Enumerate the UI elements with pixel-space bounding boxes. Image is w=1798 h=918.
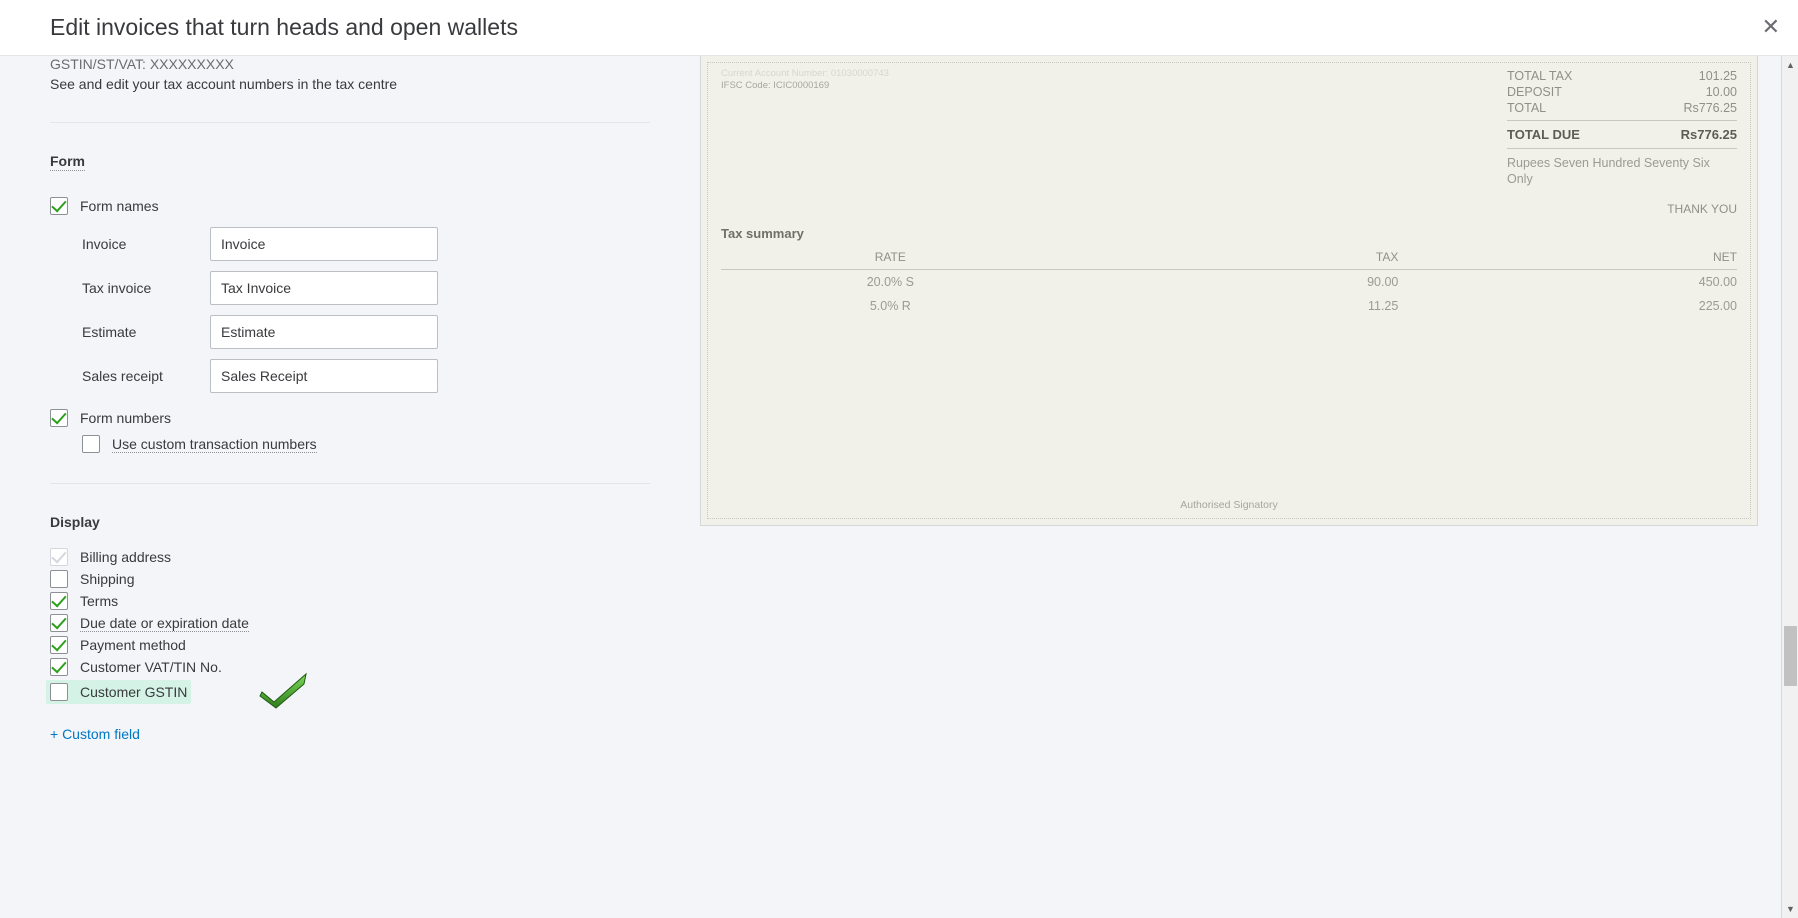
custom-txn-checkbox[interactable]	[82, 435, 100, 453]
terms-row: Terms	[50, 592, 650, 610]
invoice-field-label: Invoice	[82, 236, 210, 252]
vat-tin-label: Customer VAT/TIN No.	[80, 659, 222, 675]
annotation-check-icon	[256, 670, 312, 712]
tax-col-net: NET	[1398, 250, 1737, 264]
preview-top-block: Current Account Number: 01030000743 IFSC…	[721, 68, 1737, 188]
terms-checkbox[interactable]	[50, 592, 68, 610]
total-tax-label: TOTAL TAX	[1507, 69, 1572, 83]
custom-txn-row: Use custom transaction numbers	[82, 435, 650, 453]
display-section-label: Display	[50, 514, 650, 530]
tax-invoice-row: Tax invoice	[82, 271, 650, 305]
invoice-input[interactable]	[210, 227, 438, 261]
form-numbers-row: Form numbers	[50, 409, 650, 427]
tax-invoice-field-label: Tax invoice	[82, 280, 210, 296]
thank-you-text: THANK YOU	[721, 202, 1737, 216]
custom-txn-label: Use custom transaction numbers	[112, 436, 317, 453]
divider	[50, 122, 650, 123]
form-section-label: Form	[50, 153, 85, 171]
tax-col-rate: RATE	[721, 250, 1060, 264]
scroll-up-icon[interactable]: ▲	[1782, 56, 1798, 74]
shipping-label: Shipping	[80, 571, 135, 587]
tax-rate-cell: 20.0% S	[721, 275, 1060, 289]
amount-in-words: Rupees Seven Hundred Seventy Six Only	[1507, 155, 1737, 188]
payment-method-row: Payment method	[50, 636, 650, 654]
preview-bank-info: Current Account Number: 01030000743 IFSC…	[721, 68, 889, 188]
due-date-label: Due date or expiration date	[80, 615, 249, 632]
acct-number-line: Current Account Number: 01030000743	[721, 68, 889, 80]
deposit-row: DEPOSIT 10.00	[1507, 84, 1737, 100]
sales-receipt-input[interactable]	[210, 359, 438, 393]
preview-totals: TOTAL TAX 101.25 DEPOSIT 10.00 TOTAL Rs7…	[1507, 68, 1737, 188]
tax-amount-cell: 90.00	[1060, 275, 1399, 289]
vat-tin-row: Customer VAT/TIN No.	[50, 658, 650, 676]
settings-panel: GSTIN/ST/VAT: XXXXXXXXX See and edit you…	[0, 56, 700, 918]
terms-label: Terms	[80, 593, 118, 609]
gstin-row: Customer GSTIN	[50, 680, 650, 704]
form-numbers-label: Form numbers	[80, 410, 171, 426]
billing-checkbox	[50, 548, 68, 566]
tax-row: 5.0% R 11.25 225.00	[721, 294, 1737, 318]
total-value: Rs776.25	[1683, 101, 1737, 115]
tax-centre-hint: See and edit your tax account numbers in…	[50, 76, 650, 92]
invoice-row: Invoice	[82, 227, 650, 261]
authorised-signatory-text: Authorised Signatory	[701, 499, 1757, 511]
due-date-checkbox[interactable]	[50, 614, 68, 632]
tax-invoice-input[interactable]	[210, 271, 438, 305]
form-names-checkbox[interactable]	[50, 197, 68, 215]
form-name-fields: Invoice Tax invoice Estimate Sales recei…	[82, 227, 650, 393]
deposit-label: DEPOSIT	[1507, 85, 1562, 99]
gstin-placeholder-text: GSTIN/ST/VAT: XXXXXXXXX	[50, 56, 650, 72]
page-header: Edit invoices that turn heads and open w…	[0, 0, 1798, 56]
tax-col-tax: TAX	[1060, 250, 1399, 264]
form-numbers-checkbox[interactable]	[50, 409, 68, 427]
add-custom-field-link[interactable]: + Custom field	[50, 726, 140, 742]
page-title: Edit invoices that turn heads and open w…	[50, 14, 518, 40]
form-names-row: Form names	[50, 197, 650, 215]
scroll-thumb[interactable]	[1784, 626, 1797, 686]
invoice-preview: Current Account Number: 01030000743 IFSC…	[700, 56, 1758, 526]
preview-panel-wrapper: Current Account Number: 01030000743 IFSC…	[700, 56, 1798, 918]
deposit-value: 10.00	[1706, 85, 1737, 99]
gstin-checkbox[interactable]	[50, 683, 68, 701]
sales-receipt-row: Sales receipt	[82, 359, 650, 393]
scroll-down-icon[interactable]: ▼	[1782, 900, 1798, 918]
total-due-label: TOTAL DUE	[1507, 127, 1580, 142]
vat-tin-checkbox[interactable]	[50, 658, 68, 676]
tax-net-cell: 225.00	[1398, 299, 1737, 313]
close-icon[interactable]: ✕	[1762, 16, 1780, 38]
ifsc-line: IFSC Code: ICIC0000169	[721, 80, 889, 92]
scrollbar[interactable]: ▲ ▼	[1781, 56, 1798, 918]
billing-row: Billing address	[50, 548, 650, 566]
tax-row: 20.0% S 90.00 450.00	[721, 270, 1737, 294]
estimate-field-label: Estimate	[82, 324, 210, 340]
estimate-input[interactable]	[210, 315, 438, 349]
main-area: GSTIN/ST/VAT: XXXXXXXXX See and edit you…	[0, 56, 1798, 918]
total-tax-value: 101.25	[1699, 69, 1737, 83]
tax-table-header: RATE TAX NET	[721, 245, 1737, 270]
divider	[50, 483, 650, 484]
sales-receipt-field-label: Sales receipt	[82, 368, 210, 384]
billing-label: Billing address	[80, 549, 171, 565]
payment-method-label: Payment method	[80, 637, 186, 653]
total-tax-row: TOTAL TAX 101.25	[1507, 68, 1737, 84]
form-names-label: Form names	[80, 198, 159, 214]
tax-net-cell: 450.00	[1398, 275, 1737, 289]
total-due-value: Rs776.25	[1681, 127, 1737, 142]
total-row: TOTAL Rs776.25	[1507, 100, 1737, 116]
tax-amount-cell: 11.25	[1060, 299, 1399, 313]
tax-rate-cell: 5.0% R	[721, 299, 1060, 313]
total-label: TOTAL	[1507, 101, 1546, 115]
total-due-row: TOTAL DUE Rs776.25	[1507, 120, 1737, 149]
estimate-row: Estimate	[82, 315, 650, 349]
gstin-label: Customer GSTIN	[80, 684, 187, 700]
shipping-checkbox[interactable]	[50, 570, 68, 588]
shipping-row: Shipping	[50, 570, 650, 588]
due-date-row: Due date or expiration date	[50, 614, 650, 632]
payment-method-checkbox[interactable]	[50, 636, 68, 654]
tax-summary-header: Tax summary	[721, 226, 1737, 241]
